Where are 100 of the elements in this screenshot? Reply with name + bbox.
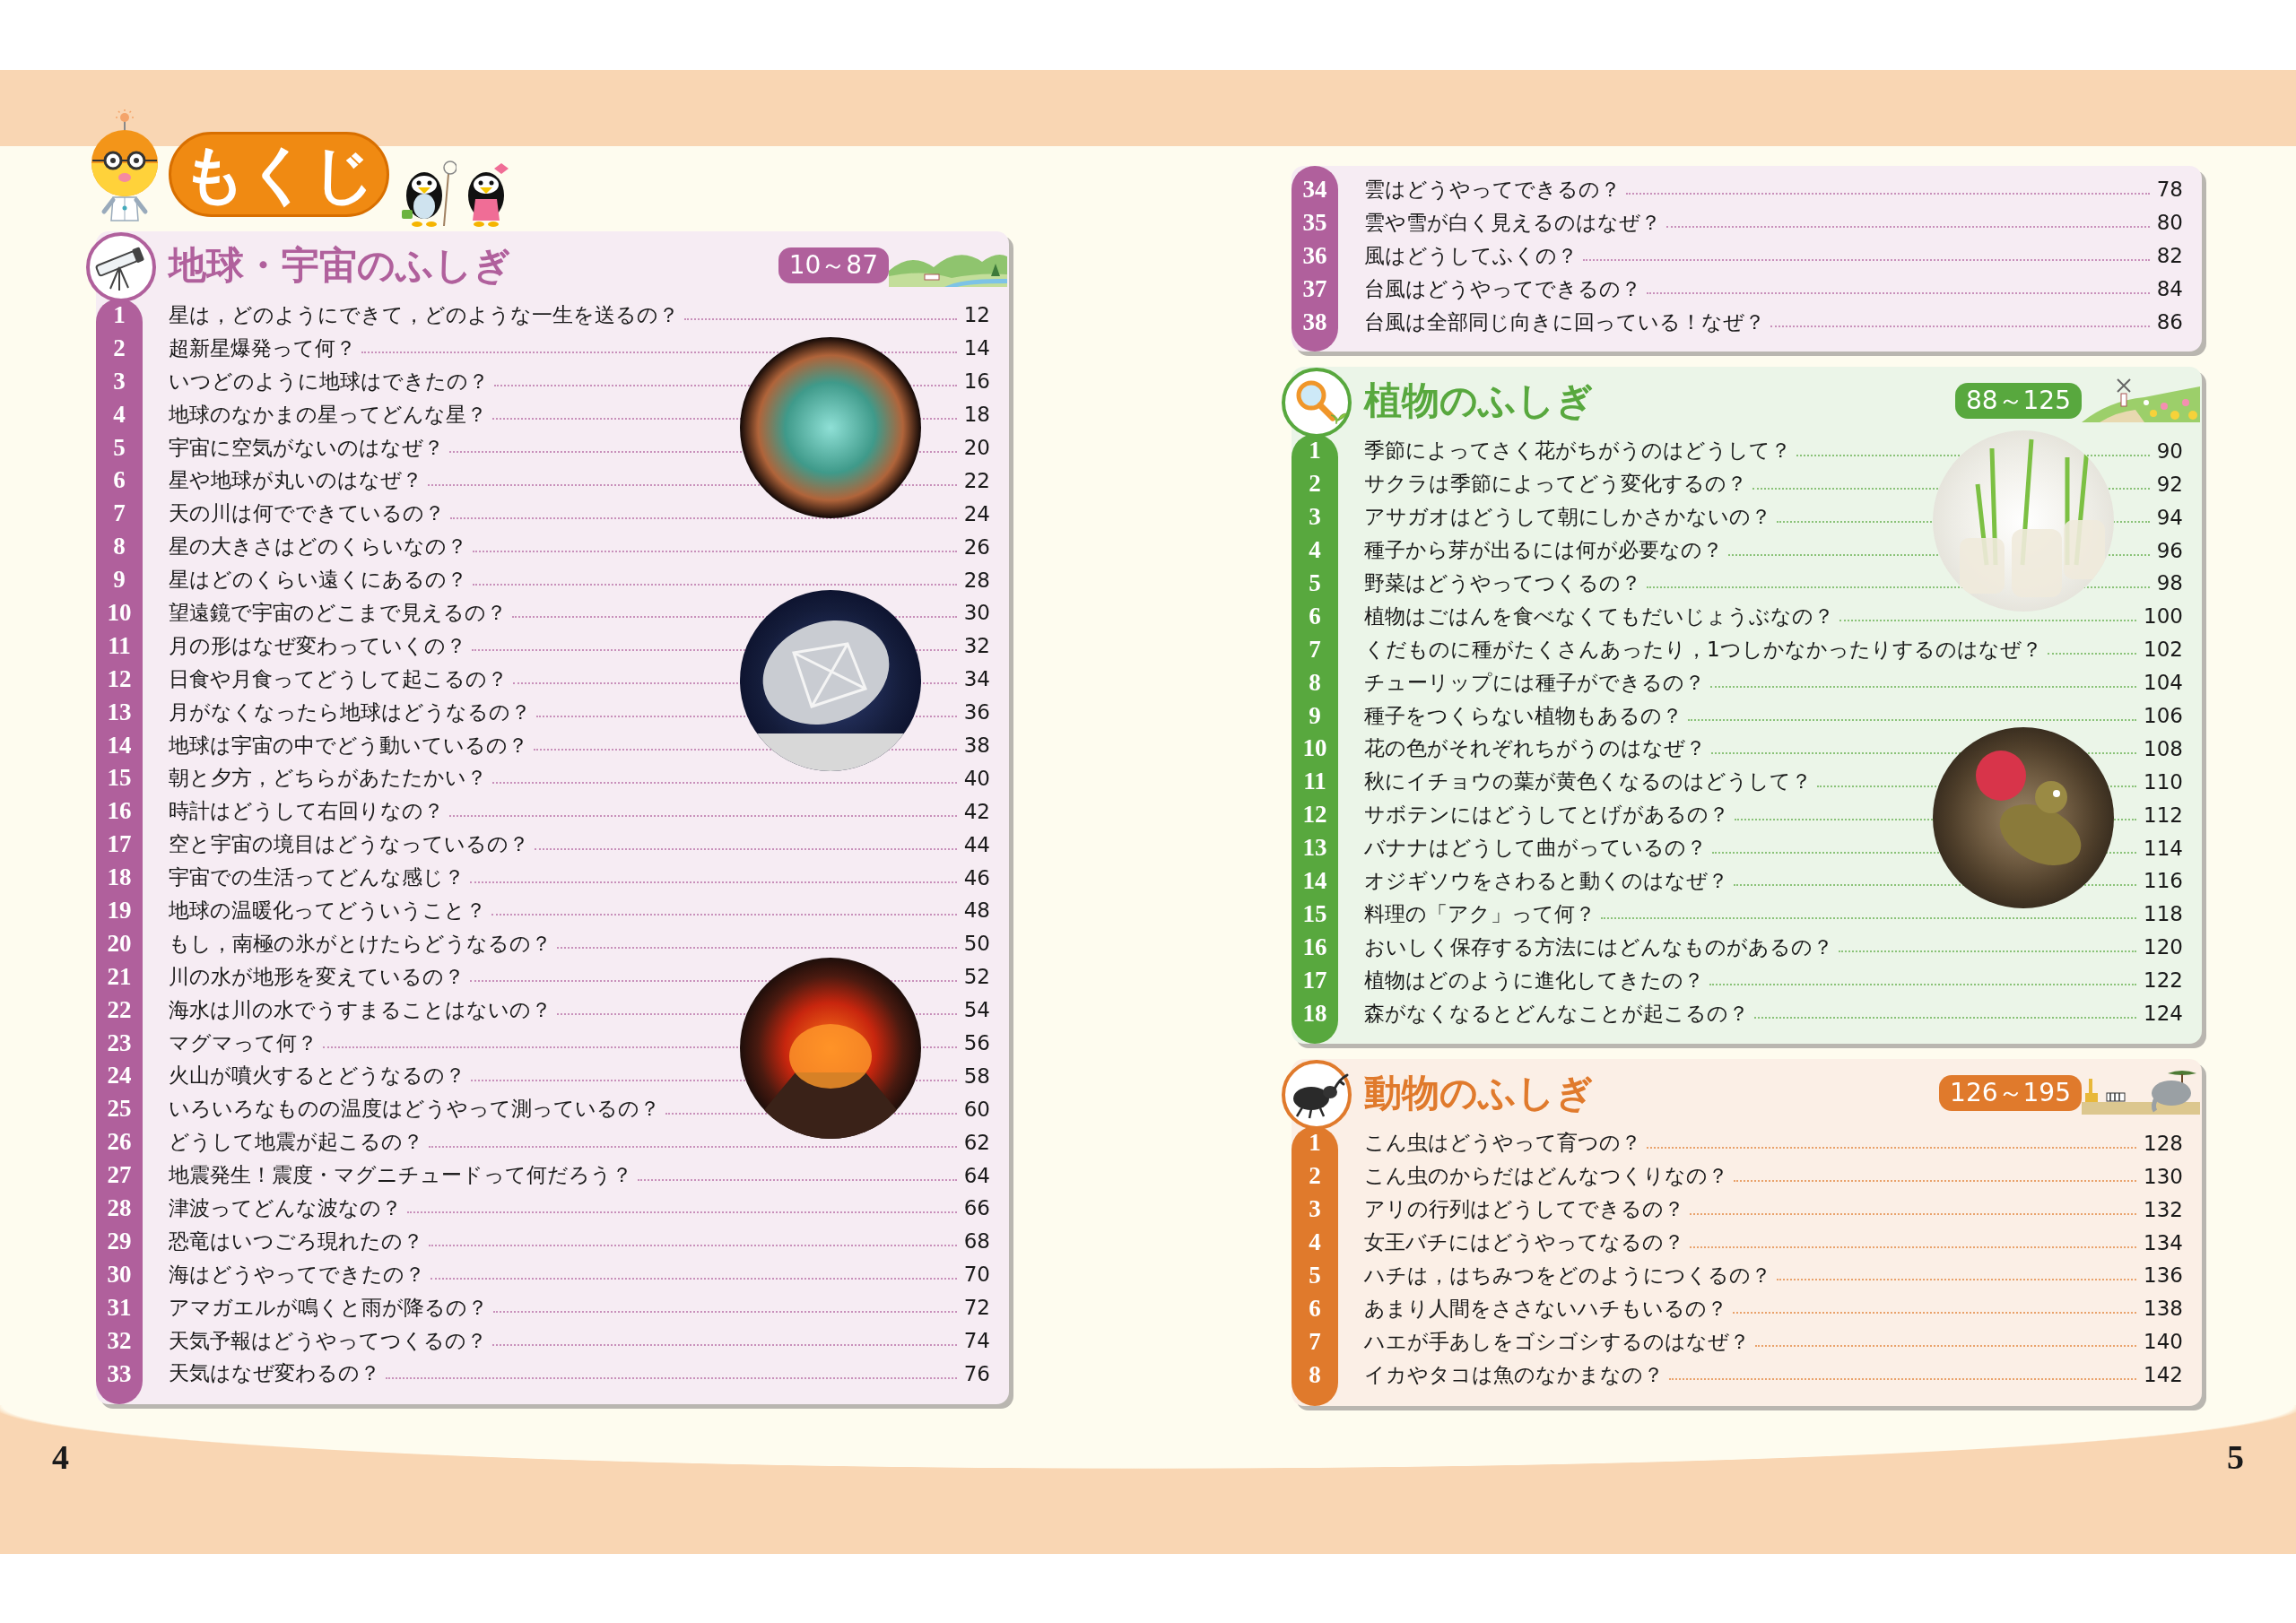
- question-text: 星の大きさはどのくらいなの？: [169, 534, 467, 560]
- question-text: アサガオはどうして朝にしかさかないの？: [1364, 504, 1771, 531]
- question-text: 火山が噴火するとどうなるの？: [169, 1063, 465, 1089]
- question-text: マグマって何？: [169, 1029, 317, 1056]
- question-text: イカやタコは魚のなかまなの？: [1364, 1361, 1664, 1388]
- question-text: 海はどうやってできたの？: [169, 1261, 425, 1288]
- question-text: 超新星爆発って何？: [169, 334, 356, 361]
- page-number: 12: [963, 303, 990, 327]
- page-number: 78: [2156, 178, 2183, 202]
- item-number: 6: [1308, 1293, 1322, 1324]
- section-title: 動物のふしぎ: [1364, 1071, 1595, 1115]
- question-text: いろいろなものの温度はどうやって測っているの？: [169, 1096, 660, 1123]
- item-number: 14: [1301, 866, 1328, 897]
- item-number: 5: [1308, 1261, 1322, 1291]
- item-number: 16: [106, 796, 133, 827]
- page-number: 32: [963, 634, 990, 658]
- page-number: 92: [2156, 472, 2183, 496]
- question-text: どうして地震が起こるの？: [169, 1129, 423, 1156]
- page-number: 108: [2144, 736, 2183, 760]
- item-number: 8: [1308, 1359, 1322, 1390]
- page-number: 4: [52, 1437, 69, 1477]
- page-number: 62: [963, 1130, 990, 1154]
- item-number: 4: [1308, 535, 1322, 566]
- page-number: 96: [2156, 538, 2183, 562]
- question-text: あまり人間をささないハチもいるの？: [1364, 1295, 1727, 1322]
- item-number: 30: [106, 1259, 133, 1289]
- question-text: おいしく保存する方法にはどんなものがあるの？: [1364, 933, 1833, 960]
- question-text: サクラは季節によってどう変化するの？: [1364, 471, 1747, 498]
- page-number: 128: [2144, 1131, 2183, 1155]
- item-number: 27: [106, 1160, 133, 1191]
- question-text: 風はどうしてふくの？: [1364, 242, 1578, 269]
- question-text: アリの行列はどうしてできるの？: [1364, 1196, 1684, 1223]
- page-number: 114: [2144, 836, 2183, 860]
- item-number: 18: [106, 863, 133, 893]
- question-text: 地震発生！震度・マグニチュードって何だろう？: [169, 1162, 632, 1189]
- item-number: 17: [106, 829, 133, 860]
- page-number: 26: [963, 534, 990, 559]
- page-number: 66: [963, 1196, 990, 1220]
- item-number: 5: [1308, 568, 1322, 598]
- item-number: 3: [1308, 502, 1322, 533]
- page-number: 38: [963, 733, 990, 757]
- page-number: 36: [963, 700, 990, 725]
- page-number: 64: [963, 1163, 990, 1187]
- item-number: 1: [112, 300, 126, 330]
- question-text: くだものに種がたくさんあったり，1つしかなかったりするのはなぜ？: [1364, 636, 2042, 663]
- item-number: 9: [1308, 700, 1322, 731]
- page-number: 106: [2144, 704, 2183, 727]
- item-number: 34: [1301, 175, 1328, 204]
- item-number: 1: [1308, 436, 1322, 466]
- page-number: 112: [2144, 803, 2183, 827]
- question-text: こん虫のからだはどんなつくりなの？: [1364, 1163, 1728, 1190]
- page-number: 102: [2144, 638, 2183, 662]
- question-text: サボテンにはどうしてとげがあるの？: [1364, 802, 1729, 829]
- item-number: 10: [1301, 733, 1328, 764]
- section-title: 植物のふしぎ: [1364, 378, 1595, 423]
- question-text: 雲や雪が白く見えるのはなぜ？: [1364, 209, 1661, 236]
- item-number: 24: [106, 1061, 133, 1091]
- question-text: 空と宇宙の境目はどうなっているの？: [169, 831, 529, 858]
- page-number: 94: [2156, 505, 2183, 529]
- page-number: 30: [963, 601, 990, 625]
- item-number: 11: [1302, 767, 1327, 797]
- page-number: 68: [963, 1229, 990, 1254]
- item-number: 15: [1301, 898, 1328, 929]
- item-number: 16: [1301, 932, 1328, 962]
- item-number: 22: [106, 994, 133, 1025]
- question-text: 野菜はどうやってつくるの？: [1364, 569, 1641, 596]
- page-number: 54: [963, 998, 990, 1022]
- item-number: 33: [106, 1358, 133, 1389]
- page-range-badge: 126～195: [1939, 1075, 2082, 1111]
- item-number: 13: [106, 697, 133, 727]
- item-number: 20: [106, 928, 133, 959]
- page-number: 122: [2144, 968, 2183, 993]
- question-text: 森がなくなるとどんなことが起こるの？: [1364, 1000, 1749, 1027]
- question-text: オジギソウをさわると動くのはなぜ？: [1364, 867, 1728, 894]
- page-number: 140: [2144, 1330, 2183, 1354]
- page-number: 110: [2144, 769, 2183, 794]
- page-number: 82: [2156, 244, 2183, 268]
- item-number: 7: [112, 499, 126, 529]
- question-text: 海水は川の水でうすまることはないの？: [169, 996, 552, 1023]
- item-number: 7: [1308, 634, 1322, 664]
- page-number: 138: [2144, 1297, 2183, 1321]
- item-number: 17: [1301, 965, 1328, 995]
- item-number: 6: [1308, 601, 1322, 631]
- item-number: 5: [112, 432, 126, 463]
- item-number: 19: [106, 896, 133, 926]
- question-text: こん虫はどうやって育つの？: [1364, 1130, 1641, 1157]
- page-number: 16: [963, 369, 990, 394]
- page-number: 142: [2144, 1363, 2183, 1387]
- question-text: 川の水が地形を変えているの？: [169, 963, 465, 990]
- item-number: 10: [106, 598, 133, 628]
- question-text: 恐竜はいつごろ現れたの？: [169, 1228, 423, 1254]
- item-number: 36: [1301, 240, 1328, 271]
- item-number: 2: [1308, 469, 1322, 499]
- page-number: 34: [963, 667, 990, 691]
- question-text: 月がなくなったら地球はどうなるの？: [169, 699, 531, 725]
- page-number: 100: [2144, 604, 2183, 629]
- item-number: 18: [1301, 998, 1328, 1028]
- page-number: 24: [963, 501, 990, 525]
- page-number: 98: [2156, 571, 2183, 595]
- question-text: 宇宙に空気がないのはなぜ？: [169, 434, 444, 461]
